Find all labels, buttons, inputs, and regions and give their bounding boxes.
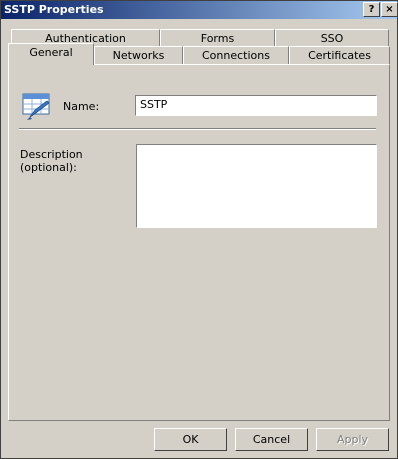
name-value: SSTP	[140, 98, 168, 111]
apply-button[interactable]: Apply	[316, 428, 389, 451]
cancel-button[interactable]: Cancel	[235, 428, 308, 451]
dialog-window: SSTP Properties ? × Authentication Forms…	[0, 0, 398, 459]
rule-properties-icon	[22, 93, 50, 120]
description-label: Description	[20, 148, 83, 161]
tab-certificates[interactable]: Certificates	[289, 46, 390, 65]
title-bar[interactable]: SSTP Properties ? ×	[1, 1, 398, 19]
description-field[interactable]	[136, 144, 377, 228]
help-button[interactable]: ?	[363, 2, 380, 17]
tab-connections[interactable]: Connections	[183, 46, 289, 65]
window-title: SSTP Properties	[4, 3, 104, 16]
close-button[interactable]: ×	[381, 2, 398, 17]
tab-networks[interactable]: Networks	[94, 46, 183, 65]
ok-button[interactable]: OK	[154, 428, 227, 451]
name-field[interactable]: SSTP	[135, 95, 377, 116]
name-label: Name:	[63, 100, 100, 113]
description-label-optional: (optional):	[20, 161, 77, 174]
separator	[19, 128, 376, 130]
tab-general[interactable]: General	[8, 43, 94, 65]
general-tab-panel	[8, 64, 390, 421]
